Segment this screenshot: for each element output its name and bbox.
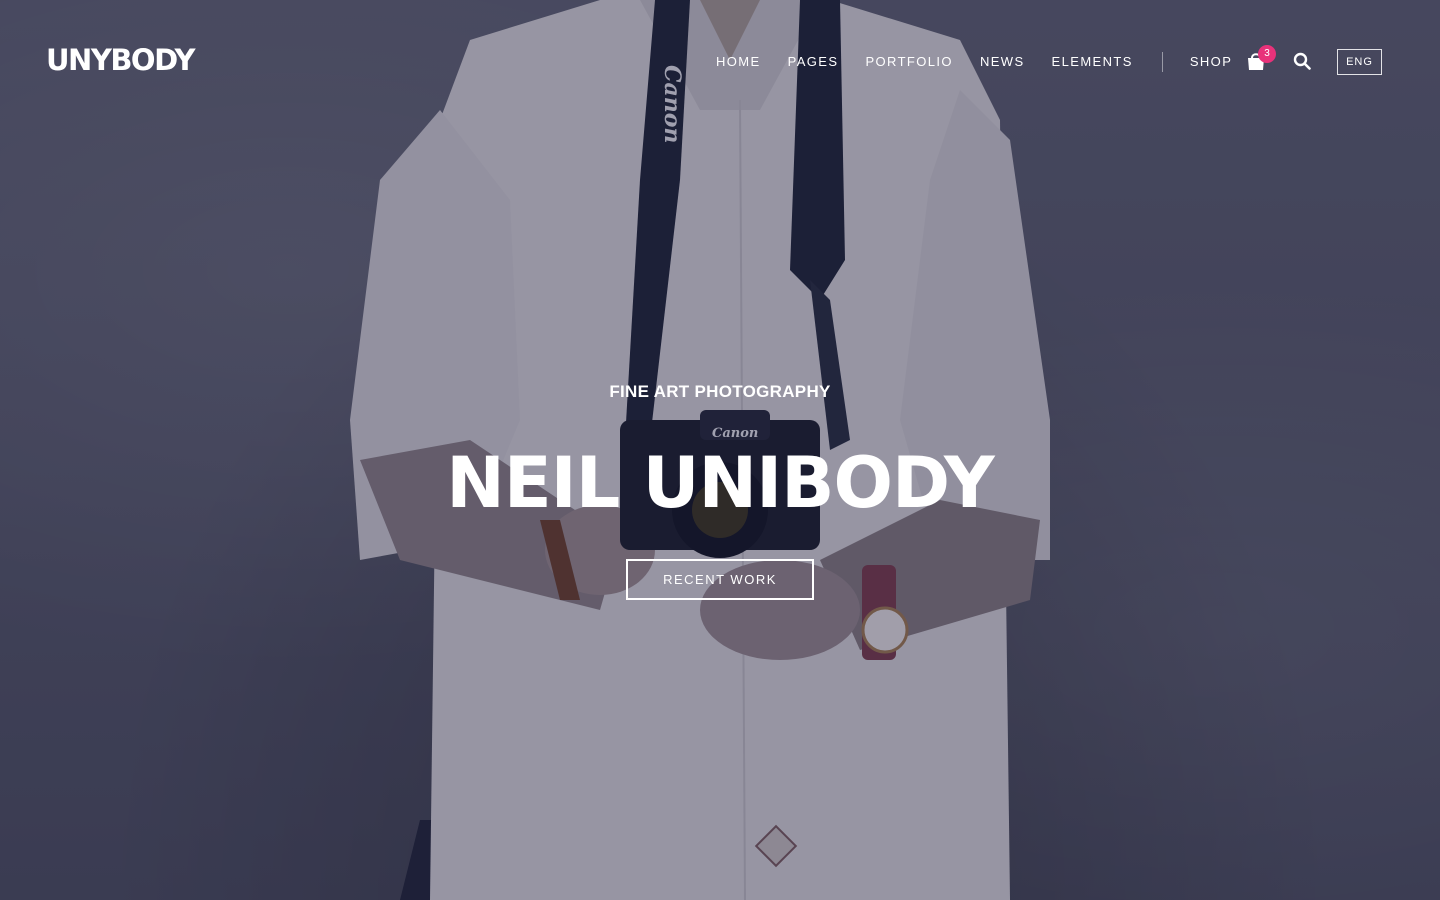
site-logo[interactable]: UNYBODY <box>46 42 196 78</box>
hero-subtitle: FINE ART PHOTOGRAPHY <box>609 382 831 401</box>
recent-work-button[interactable]: RECENT WORK <box>626 559 814 600</box>
nav-item-shop[interactable]: SHOP <box>1190 52 1232 72</box>
language-switcher[interactable]: ENG <box>1337 49 1382 75</box>
main-nav: HOME PAGES PORTFOLIO NEWS ELEMENTS SHOP <box>716 52 1259 72</box>
nav-item-portfolio[interactable]: PORTFOLIO <box>865 52 952 72</box>
search-icon[interactable] <box>1293 52 1311 70</box>
page: Canon Canon UNYBODY HOME PAGES PORTFOLIO… <box>0 0 1440 900</box>
nav-item-elements[interactable]: ELEMENTS <box>1052 52 1133 72</box>
nav-item-home[interactable]: HOME <box>716 52 761 72</box>
cart-count-badge: 3 <box>1258 45 1276 63</box>
hero-title: NEIL UNIBODY <box>446 442 994 524</box>
nav-item-news[interactable]: NEWS <box>980 52 1025 72</box>
site-header: UNYBODY HOME PAGES PORTFOLIO NEWS ELEMEN… <box>0 0 1440 120</box>
nav-item-pages[interactable]: PAGES <box>788 52 839 72</box>
nav-divider <box>1161 52 1163 72</box>
